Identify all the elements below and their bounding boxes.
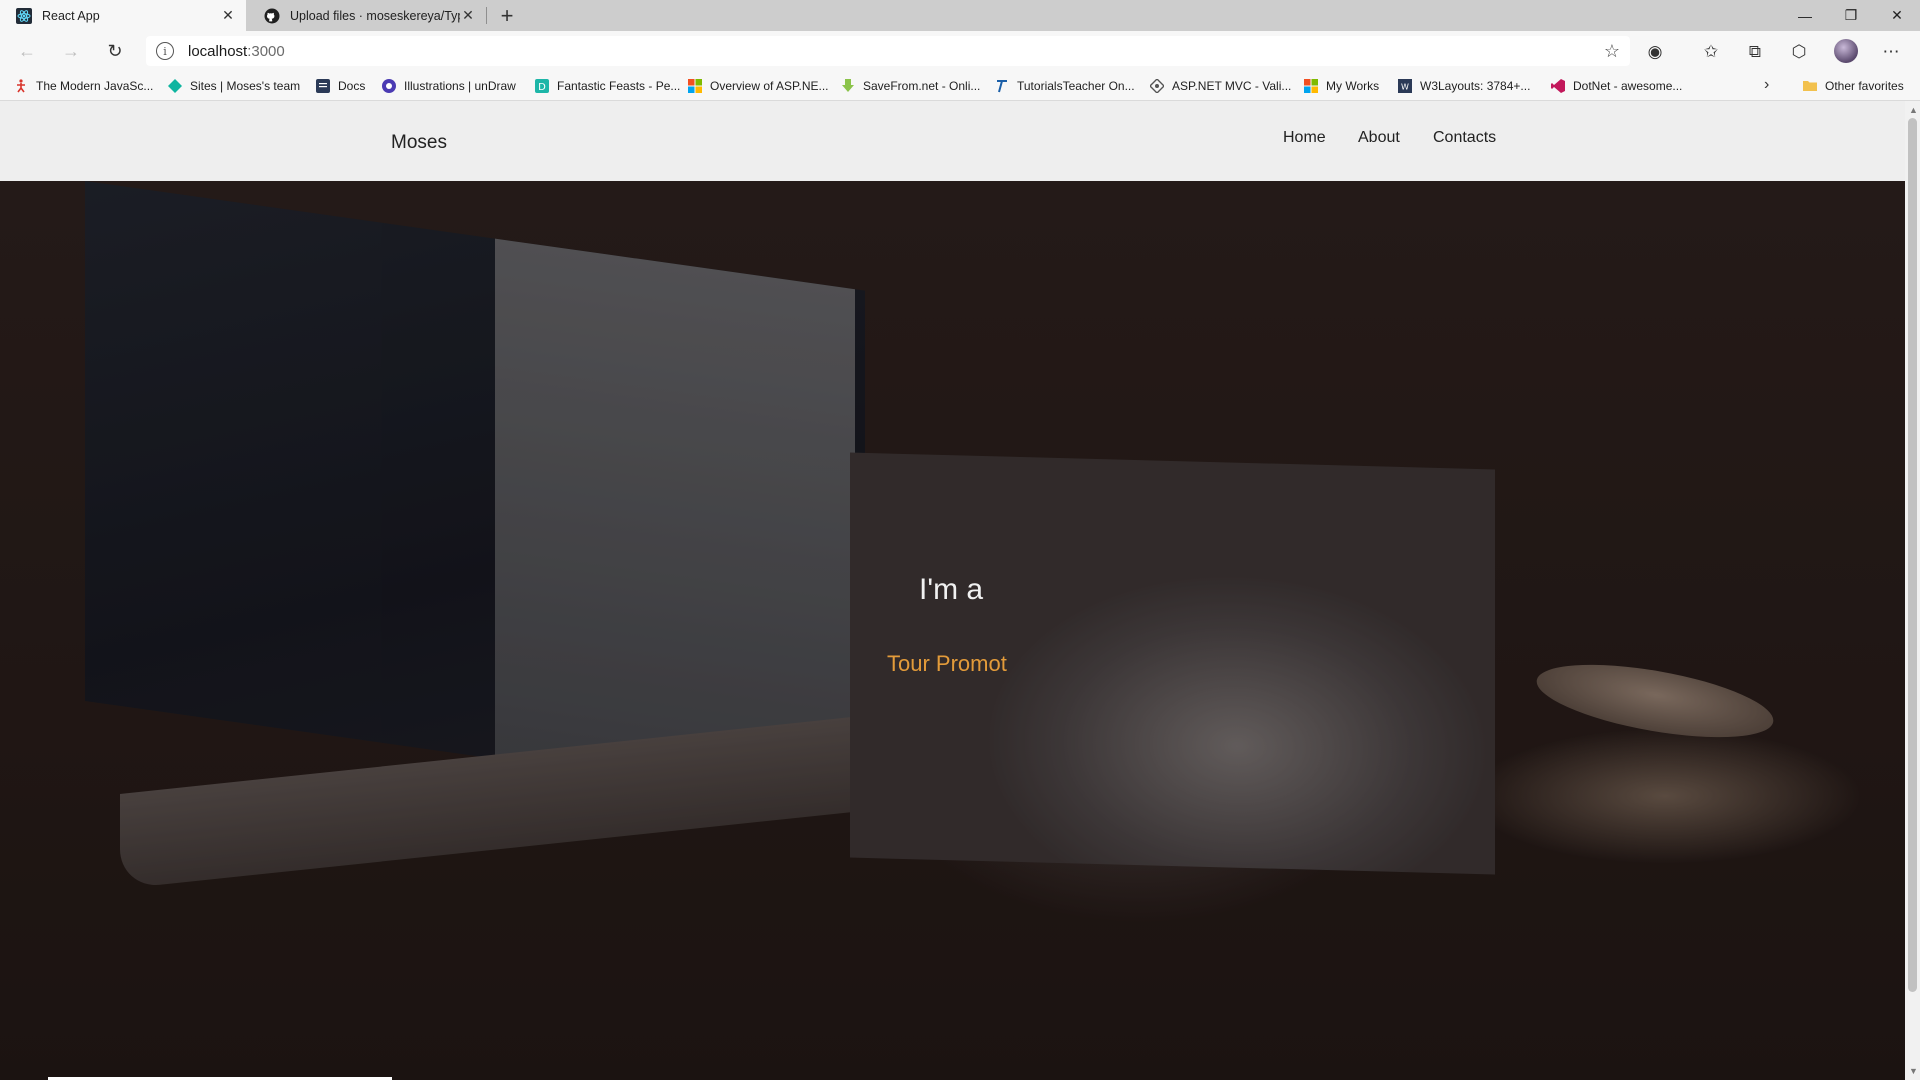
bookmark-label: Other favorites (1825, 79, 1904, 93)
aspnet-icon (1149, 78, 1165, 94)
hero-typed-role: Tour Promot (887, 651, 1007, 676)
hero-overlay (0, 181, 1905, 1080)
extension-icon[interactable]: ⬡ (1786, 39, 1812, 65)
bookmark-label: TutorialsTeacher On... (1017, 79, 1135, 93)
svg-text:W: W (1401, 83, 1409, 92)
github-icon (264, 8, 280, 24)
tab-react-app[interactable]: React App ✕ (0, 0, 246, 31)
site-brand[interactable]: Moses (391, 132, 447, 154)
bookmark-item[interactable]: W W3Layouts: 3784+... (1398, 71, 1530, 101)
tab-title: Upload files · moseskereya/Typo (290, 8, 460, 23)
tab-divider (486, 7, 487, 24)
refresh-button[interactable]: ↻ (100, 37, 130, 65)
figure-icon (14, 79, 28, 93)
bookmark-label: Overview of ASP.NE... (710, 79, 829, 93)
add-favorite-icon[interactable]: ☆ (1604, 41, 1620, 62)
download-icon (841, 79, 855, 93)
undraw-icon (382, 79, 396, 93)
bookmark-label: ASP.NET MVC - Vali... (1172, 79, 1292, 93)
bookmark-item[interactable]: DotNet - awesome... (1551, 71, 1682, 101)
page-icon: D (535, 79, 549, 93)
svg-text:D: D (538, 82, 546, 93)
new-tab-button[interactable]: + (494, 3, 520, 29)
scrollbar-thumb[interactable] (1908, 118, 1917, 992)
tab-upload-files[interactable]: Upload files · moseskereya/Typo ✕ (248, 0, 486, 31)
bookmark-item[interactable]: The Modern JavaSc... (14, 71, 153, 101)
site-info-icon[interactable]: i (156, 42, 174, 60)
close-tab-icon[interactable]: ✕ (220, 7, 236, 24)
settings-more-icon[interactable]: ⋯ (1878, 39, 1904, 65)
bookmark-item[interactable]: Overview of ASP.NE... (688, 71, 829, 101)
bookmark-item[interactable]: Illustrations | unDraw (382, 71, 516, 101)
bookmark-item[interactable]: Docs (316, 71, 365, 101)
favorites-icon[interactable]: ✩ (1698, 39, 1724, 65)
bookmark-item[interactable]: My Works (1304, 71, 1379, 101)
tab-strip: React App ✕ Upload files · moseskereya/T… (0, 0, 1920, 31)
close-window-icon[interactable]: ✕ (1874, 0, 1920, 31)
bookmark-item[interactable]: Sites | Moses's team (168, 71, 300, 101)
bookmark-item[interactable]: TutorialsTeacher On... (995, 71, 1135, 101)
bookmark-label: Fantastic Feasts - Pe... (557, 79, 681, 93)
bookmark-label: W3Layouts: 3784+... (1420, 79, 1531, 93)
react-icon (16, 7, 32, 24)
chevron-right-icon[interactable]: › (1764, 76, 1769, 94)
close-tab-icon[interactable]: ✕ (460, 7, 476, 24)
scroll-up-icon[interactable]: ▲ (1909, 105, 1918, 115)
folder-icon (1803, 79, 1817, 93)
url-host: localhost (188, 42, 248, 60)
microsoft-icon (688, 79, 702, 93)
hero-section: I'm a Tour Promot (0, 181, 1905, 1080)
bookmark-label: DotNet - awesome... (1573, 79, 1683, 93)
diamond-icon (168, 79, 182, 93)
profile-avatar[interactable] (1834, 39, 1858, 63)
bookmark-item[interactable]: SaveFrom.net - Onli... (841, 71, 980, 101)
reading-mode-icon[interactable]: ◉ (1642, 39, 1668, 65)
nav-home[interactable]: Home (1283, 129, 1326, 147)
forward-button[interactable]: → (56, 37, 86, 65)
docs-icon (316, 79, 330, 93)
bookmark-item[interactable]: D Fantastic Feasts - Pe... (535, 71, 680, 101)
nav-contacts[interactable]: Contacts (1433, 129, 1496, 147)
back-button[interactable]: ← (12, 37, 42, 65)
site-navbar: Moses Home About Contacts (0, 101, 1905, 181)
url-port: :3000 (247, 42, 285, 60)
bookmark-label: My Works (1326, 79, 1380, 93)
restore-icon[interactable]: ❐ (1828, 0, 1874, 31)
scroll-down-icon[interactable]: ▼ (1909, 1066, 1918, 1076)
address-input[interactable]: i localhost:3000 ☆ (146, 36, 1630, 66)
bookmark-label: The Modern JavaSc... (36, 79, 154, 93)
microsoft-icon (1304, 79, 1318, 93)
bookmarks-bar: The Modern JavaSc... Sites | Moses's tea… (0, 71, 1920, 101)
bookmark-item[interactable]: ASP.NET MVC - Vali... (1149, 71, 1292, 101)
bookmark-label: Docs (338, 79, 366, 93)
bookmark-label: SaveFrom.net - Onli... (863, 79, 981, 93)
other-favorites[interactable]: Other favorites (1803, 71, 1904, 101)
page-viewport: Moses Home About Contacts I'm a Tour Pro… (0, 101, 1905, 1080)
vs-icon (1551, 79, 1565, 93)
w3-icon: W (1398, 79, 1412, 93)
collections-icon[interactable]: ⧉ (1742, 39, 1768, 65)
nav-about[interactable]: About (1358, 129, 1400, 147)
hero-intro-text: I'm a (919, 573, 984, 606)
address-toolbar: ← → ↻ i localhost:3000 ☆ ◉ ✩ ⧉ ⬡ ⋯ (0, 31, 1920, 71)
tt-icon (995, 79, 1009, 93)
tab-title: React App (42, 8, 100, 23)
bookmark-label: Sites | Moses's team (190, 79, 301, 93)
bookmark-label: Illustrations | unDraw (404, 79, 516, 93)
minimize-icon[interactable]: — (1782, 0, 1828, 31)
